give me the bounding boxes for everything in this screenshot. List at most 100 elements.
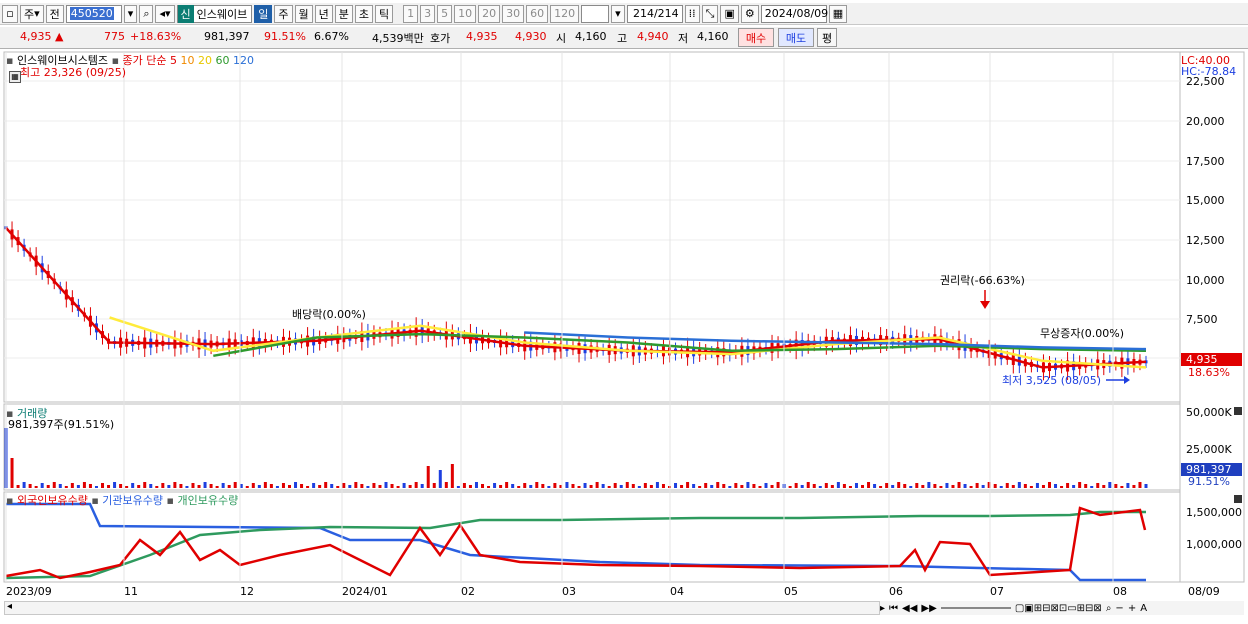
save-icon[interactable]: ▣	[720, 4, 739, 23]
num-button-1[interactable]: 1	[403, 4, 419, 23]
eval-button[interactable]: 평	[817, 28, 837, 47]
period-dropdown[interactable]: 주 ▾	[20, 4, 44, 23]
legend-foreign[interactable]: 외국인보유수량	[17, 494, 88, 507]
settings-gear-icon[interactable]: ⚙	[740, 4, 759, 23]
grid-icon[interactable]: ⁞⁞	[684, 4, 700, 23]
count-field[interactable]: 214/214	[626, 4, 683, 23]
volume-bar	[909, 486, 913, 488]
volume-bar	[734, 483, 738, 488]
zoom-search-icon[interactable]: ⌕	[1106, 603, 1112, 614]
volume-bar	[1138, 482, 1142, 488]
chart-area[interactable]: 22,500 20,000 17,500 15,000 12,500 10,00…	[0, 50, 1248, 621]
num-button-60[interactable]: 60	[526, 4, 549, 23]
horizontal-scrollbar[interactable]: ◂	[4, 601, 880, 615]
calendar-icon[interactable]: ▦	[828, 4, 848, 23]
volume-panel[interactable]	[3, 403, 1181, 491]
interval-year[interactable]: 년	[314, 4, 333, 23]
volume-bar	[281, 483, 285, 488]
prev-button[interactable]: 전	[45, 4, 64, 23]
prev-page-icon[interactable]: ◀◀	[902, 603, 917, 614]
sell-button[interactable]: 매도	[778, 28, 814, 47]
interval-week[interactable]: 주	[274, 4, 293, 23]
next-page-icon[interactable]: ▶▶	[921, 603, 936, 614]
volume-bar	[275, 486, 279, 488]
holding-panel-close-icon[interactable]	[1234, 495, 1242, 503]
calculator-icon[interactable]: ▦	[9, 71, 21, 83]
volume-bar	[88, 484, 92, 488]
interval-minute[interactable]: 분	[334, 4, 353, 23]
volume-panel-close-icon[interactable]	[1234, 407, 1242, 415]
volume-bar	[867, 482, 871, 488]
volume-bar	[161, 483, 165, 488]
interval-label: 주	[278, 7, 289, 21]
low-note: 최저 3,525 (08/05)	[1002, 374, 1101, 387]
zoom-slider[interactable]	[940, 607, 1011, 609]
date-field[interactable]: 2024/08/09	[760, 4, 828, 23]
volume-bar	[698, 486, 702, 488]
interval-label: 틱	[379, 7, 390, 21]
x-axis-label: 06	[889, 585, 903, 598]
volume-bar	[294, 482, 298, 488]
stock-name-box[interactable]: 신 인스웨이브	[176, 4, 253, 23]
holding-ytick: 1,500,000	[1186, 506, 1242, 519]
volume-legend-label[interactable]: 거래량	[17, 407, 47, 420]
prev-label: 전	[49, 7, 60, 21]
num-button-3[interactable]: 3	[420, 4, 436, 23]
num-button-120[interactable]: 120	[550, 4, 580, 23]
volume-bar	[637, 486, 641, 488]
chevron-down-icon: ▾	[34, 7, 40, 20]
volume-bar	[1060, 486, 1064, 488]
buy-button[interactable]: 매수	[738, 28, 774, 47]
volume-bar	[94, 486, 98, 488]
stock-code-input[interactable]: 450520	[65, 4, 122, 23]
volume-ytick: 50,000K	[1186, 406, 1232, 419]
volume-bar	[523, 483, 527, 488]
volume-bar	[420, 484, 424, 488]
volume-bar	[287, 485, 291, 488]
interval-month[interactable]: 월	[294, 4, 313, 23]
x-axis-label: 12	[240, 585, 254, 598]
font-size-icon[interactable]: A	[1140, 603, 1147, 614]
legend-stock-name[interactable]: 인스웨이브시스템즈	[17, 54, 108, 67]
volume-bar	[891, 485, 895, 488]
volume-bar	[76, 485, 80, 488]
zoom-in-icon[interactable]: +	[1128, 603, 1136, 614]
num-button-5[interactable]: 5	[437, 4, 453, 23]
legend-individual[interactable]: 개인보유수량	[177, 494, 238, 507]
volume-bar	[10, 458, 14, 488]
chart-toolbar: ▫ 주 ▾ 전 450520 ▾ ⌕ ◂▾ 신 인스웨이브 일 주 월 년 분 초…	[0, 3, 1248, 25]
custom-period-dropdown-icon[interactable]: ▾	[611, 4, 625, 23]
chart-type-icon[interactable]: ▫	[2, 4, 18, 23]
volume-bar	[770, 485, 774, 488]
legend-institution[interactable]: 기관보유수량	[102, 494, 163, 507]
interval-second[interactable]: 초	[354, 4, 374, 23]
scroll-right-icon[interactable]: ▸	[880, 603, 885, 614]
num-button-20[interactable]: 20	[478, 4, 501, 23]
volume-bar	[969, 486, 973, 488]
custom-period-input[interactable]	[581, 4, 610, 23]
zoom-out-icon[interactable]: −	[1115, 603, 1123, 614]
change-percent: +18.63%	[130, 30, 182, 43]
volume-bar	[957, 482, 961, 488]
price-ytick: 17,500	[1186, 155, 1225, 168]
volume-bar	[396, 486, 400, 488]
speaker-icon[interactable]: ◂▾	[155, 4, 175, 23]
volume-bar	[438, 470, 442, 488]
num-button-10[interactable]: 10	[454, 4, 477, 23]
code-dropdown-icon[interactable]: ▾	[123, 4, 138, 23]
volume-bar	[861, 485, 865, 488]
interval-tick[interactable]: 틱	[375, 4, 394, 23]
chart-canvas[interactable]: 22,500 20,000 17,500 15,000 12,500 10,00…	[0, 50, 1248, 621]
scroll-left-icon[interactable]: ◂	[7, 601, 12, 612]
rewind-icon[interactable]: ⏮	[889, 603, 898, 614]
volume-bar	[595, 482, 599, 488]
layout-icons[interactable]: ▢▣⊞⊟⊠⊡▭⊞⊟⊠	[1015, 603, 1102, 614]
interval-day[interactable]: 일	[254, 4, 273, 23]
num-button-30[interactable]: 30	[502, 4, 525, 23]
crosshair-icon[interactable]: ⤡	[701, 4, 719, 23]
search-icon[interactable]: ⌕	[139, 4, 154, 23]
num-label: 3	[424, 7, 432, 20]
legend-ma-label[interactable]: 종가 단순	[123, 54, 167, 67]
volume-bar	[197, 485, 201, 488]
volume-bar	[390, 484, 394, 488]
